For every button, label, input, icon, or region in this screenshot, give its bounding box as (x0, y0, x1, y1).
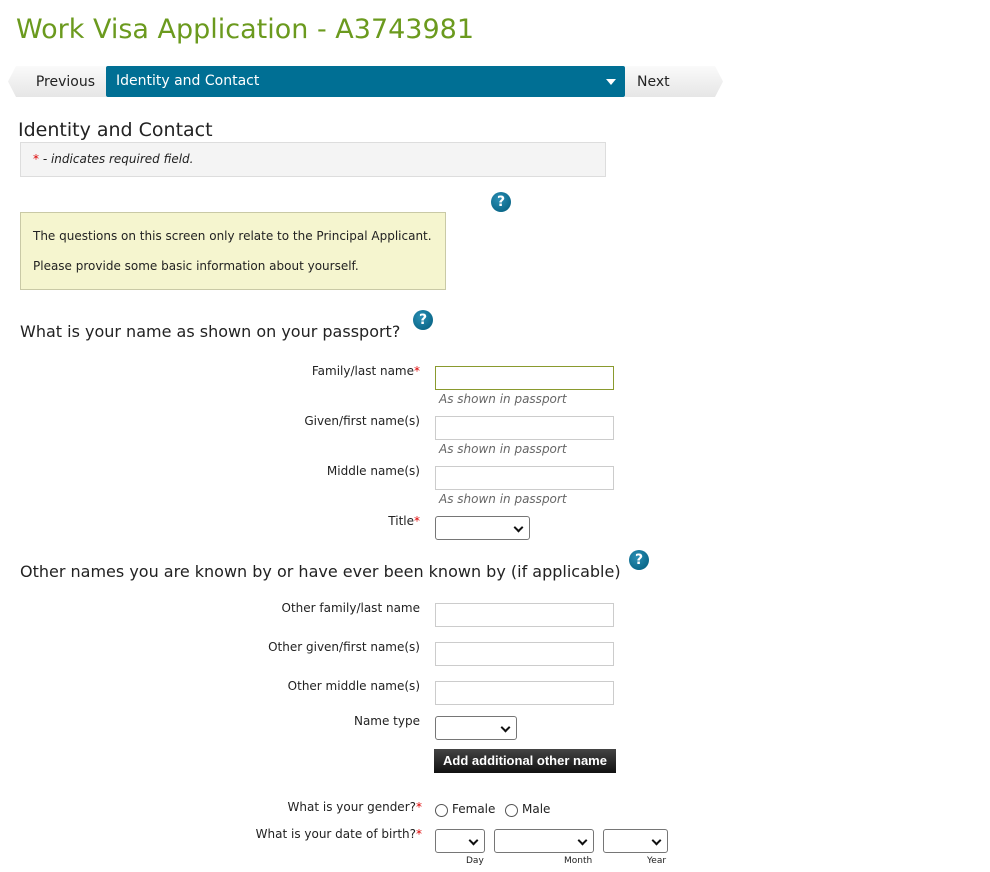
middle-name-hint: As shown in passport (439, 492, 567, 506)
dob-year-select[interactable] (603, 829, 668, 853)
family-name-hint: As shown in passport (439, 392, 567, 406)
given-name-input[interactable] (435, 416, 614, 440)
gender-label: What is your gender?* (287, 800, 422, 814)
gender-male-label[interactable]: Male (522, 802, 550, 816)
name-type-label: Name type (353, 714, 420, 728)
given-name-hint: As shown in passport (439, 442, 567, 456)
required-note: * - indicates required field. (20, 142, 606, 177)
caret-down-icon (606, 79, 616, 85)
add-other-name-button[interactable]: Add additional other name (434, 749, 616, 773)
gender-male-radio[interactable] (505, 804, 518, 817)
help-icon[interactable]: ? (413, 310, 433, 330)
other-names-question: Other names you are known by or have eve… (20, 562, 621, 581)
section-heading: Identity and Contact (18, 119, 213, 141)
middle-name-label: Middle name(s) (326, 464, 420, 478)
page-title: Work Visa Application - A3743981 (16, 14, 475, 45)
middle-name-input[interactable] (435, 466, 614, 490)
required-star: * (33, 152, 39, 166)
info-box: The questions on this screen only relate… (20, 212, 446, 290)
info-line: Please provide some basic information ab… (33, 259, 359, 273)
name-question: What is your name as shown on your passp… (20, 322, 401, 341)
dob-day-select[interactable] (435, 829, 485, 853)
family-name-input[interactable] (435, 366, 614, 390)
gender-female-radio[interactable] (435, 804, 448, 817)
dob-month-caption: Month (564, 856, 593, 866)
other-family-label: Other family/last name (281, 601, 420, 615)
dob-month-select[interactable] (494, 829, 594, 853)
required-note-text: - indicates required field. (42, 152, 194, 166)
given-name-label: Given/first name(s) (304, 414, 420, 428)
next-button[interactable]: Next (625, 66, 723, 97)
previous-button[interactable]: Previous (8, 66, 106, 97)
section-dropdown[interactable]: Identity and Contact (106, 66, 625, 97)
section-dropdown-label: Identity and Contact (116, 73, 260, 89)
other-middle-input[interactable] (435, 681, 614, 705)
dob-year-caption: Year (647, 856, 667, 866)
dob-day-caption: Day (466, 856, 484, 866)
name-type-select[interactable] (435, 716, 517, 740)
other-given-input[interactable] (435, 642, 614, 666)
other-family-input[interactable] (435, 603, 614, 627)
other-given-label: Other given/first name(s) (268, 640, 420, 654)
dob-label: What is your date of birth?* (255, 827, 422, 841)
title-label: Title* (388, 514, 420, 528)
info-line: The questions on this screen only relate… (33, 229, 432, 243)
other-middle-label: Other middle name(s) (287, 679, 420, 693)
help-icon[interactable]: ? (629, 550, 649, 570)
help-icon[interactable]: ? (491, 192, 511, 212)
title-select[interactable] (435, 516, 530, 540)
family-name-label: Family/last name* (311, 364, 420, 378)
gender-female-label[interactable]: Female (452, 802, 495, 816)
